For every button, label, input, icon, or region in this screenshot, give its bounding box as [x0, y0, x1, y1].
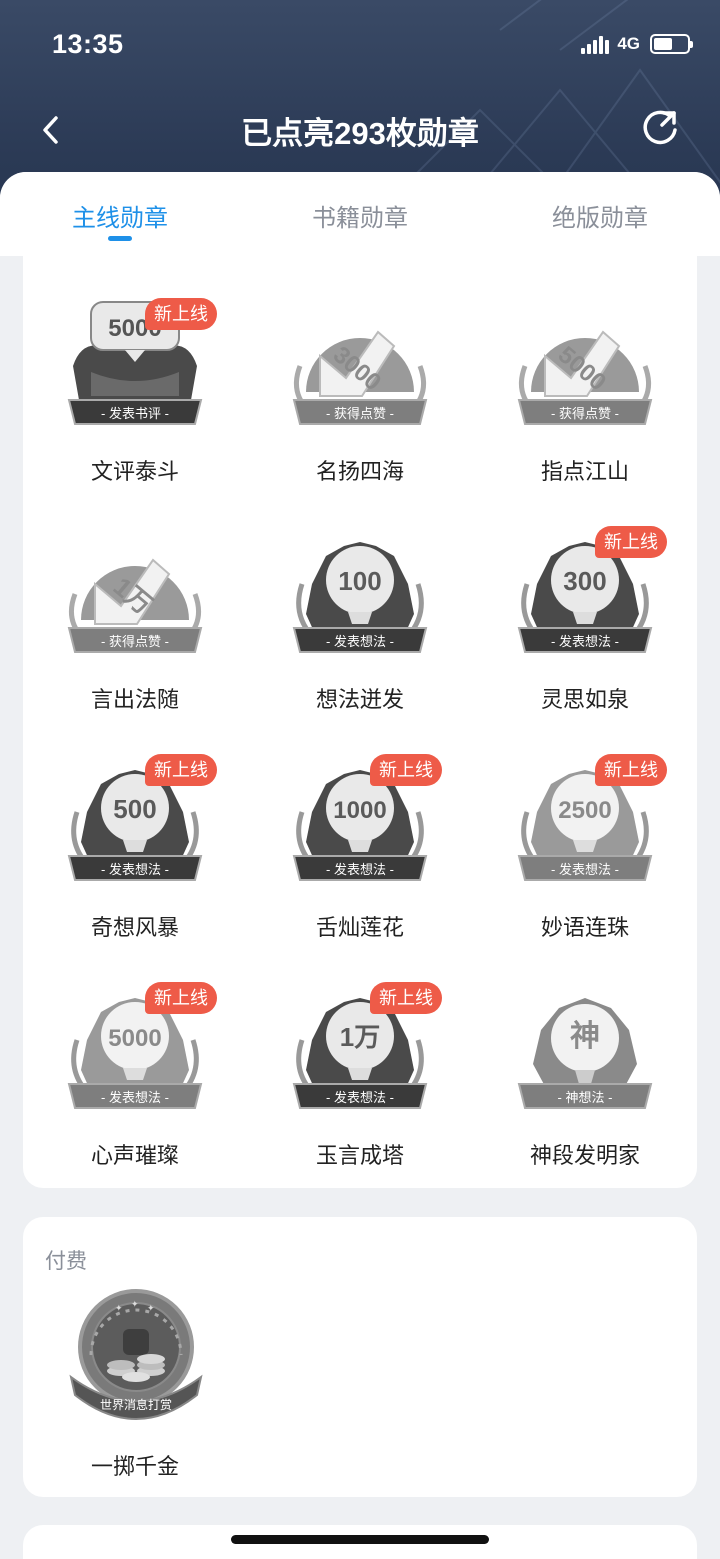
coin-badge-icon: ✦ ✦ ✦ 世界消息打赏 [69, 1289, 203, 1420]
badge-value: 100 [338, 566, 381, 596]
badge-name: 奇想风暴 [90, 915, 179, 940]
ribbon-text: - 发表想法 - [551, 634, 619, 649]
badge-item[interactable]: 1万 - 获得点赞 - 言出法随 [23, 484, 247, 712]
tab-active-indicator [108, 236, 132, 241]
badge-item[interactable]: 3000- 获得点赞 - 名扬四海 [248, 256, 472, 484]
ribbon-text: - 获得点赞 - [551, 406, 619, 421]
ribbon-text: - 发表想法 - [326, 862, 394, 877]
status-time: 13:35 [52, 29, 124, 59]
ribbon-text: - 发表书评 - [101, 406, 169, 421]
badge-grid: 5000- 发表书评 - 新上线 文评泰斗 3000- 获得点赞 - 名扬四海 5000-… [23, 256, 697, 1188]
badge-name: 心声璀璨 [90, 1143, 179, 1168]
refresh-icon[interactable] [640, 108, 680, 148]
svg-text:✦: ✦ [131, 1299, 139, 1309]
badge-icon: 1万- 获得点赞 - [67, 558, 203, 653]
ribbon-text: - 发表想法 - [101, 862, 169, 877]
ribbon-text: - 获得点赞 - [326, 406, 394, 421]
badge-name: 玉言成塔 [315, 1143, 404, 1168]
paid-section: 付费 ✦ ✦ ✦ 世界消息打赏 一掷千金 [23, 1217, 697, 1497]
badge-value: 300 [563, 566, 606, 596]
ribbon-text: 世界消息打赏 [100, 1397, 172, 1412]
new-badge-tag: 新上线 [370, 982, 442, 1014]
new-badge-tag: 新上线 [145, 298, 217, 330]
ribbon-text: - 发表想法 - [551, 862, 619, 877]
svg-text:✦: ✦ [147, 1303, 155, 1313]
badge-value: 1万 [340, 1022, 380, 1052]
battery-icon [650, 34, 693, 54]
tab-limited-badges[interactable]: 绝版勋章 [500, 198, 700, 233]
badge-item[interactable]: 100 - 发表想法 - 想法迸发 [248, 484, 472, 712]
page-title: 已点亮293枚勋章 [241, 116, 479, 151]
badge-name: 指点江山 [540, 459, 629, 484]
section-label: 付费 [45, 1250, 87, 1273]
new-badge-tag: 新上线 [595, 754, 667, 786]
badge-name: 想法迸发 [315, 687, 404, 712]
ribbon-text: - 发表想法 - [101, 1090, 169, 1105]
badge-item[interactable]: 1万 - 发表想法 - 新上线玉言成塔 [248, 940, 472, 1168]
badge-icon: 神 - 神想法 - [517, 998, 653, 1109]
badge-item[interactable]: ✦ ✦ ✦ 世界消息打赏 一掷千金 [23, 1273, 247, 1493]
new-badge-tag: 新上线 [370, 754, 442, 786]
home-indicator [231, 1535, 489, 1544]
badge-value: 500 [113, 794, 156, 824]
ribbon-text: - 发表想法 - [326, 1090, 394, 1105]
badge-item[interactable]: 1000 - 发表想法 - 新上线舌灿莲花 [248, 712, 472, 940]
svg-text:✦: ✦ [115, 1303, 123, 1313]
badge-name: 神段发明家 [529, 1143, 640, 1168]
new-badge-tag: 新上线 [145, 754, 217, 786]
status-bar: 13:35 4G [52, 24, 693, 64]
ribbon-text: - 发表想法 - [326, 634, 394, 649]
badge-name: 一掷千金 [90, 1454, 179, 1479]
badge-value: 5000 [108, 1025, 161, 1052]
badge-value: 1000 [333, 797, 386, 824]
ribbon-text: - 神想法 - [558, 1090, 613, 1105]
network-type: 4G [617, 34, 640, 53]
tab-main-badges[interactable]: 主线勋章 [20, 198, 220, 233]
signal-icon [581, 34, 610, 54]
tab-bar: 主线勋章 书籍勋章 绝版勋章 [0, 172, 720, 256]
tab-book-badges[interactable]: 书籍勋章 [260, 198, 460, 233]
badge-name: 舌灿莲花 [315, 915, 404, 940]
new-badge-tag: 新上线 [595, 526, 667, 558]
badge-name: 言出法随 [90, 687, 179, 712]
badge-value: 神 [570, 1020, 600, 1053]
badge-name: 名扬四海 [315, 459, 404, 484]
ribbon-text: - 获得点赞 - [101, 634, 169, 649]
badge-value: 2500 [558, 797, 611, 824]
badge-item[interactable]: 神 - 神想法 - 神段发明家 [473, 940, 697, 1168]
badge-item[interactable]: 5000- 获得点赞 - 指点江山 [473, 256, 697, 484]
badge-icon: 5000- 获得点赞 - [517, 330, 653, 425]
badge-name: 灵思如泉 [540, 687, 629, 712]
badge-icon: 3000- 获得点赞 - [292, 330, 428, 425]
badge-icon: 100 - 发表想法 - [292, 542, 428, 653]
new-badge-tag: 新上线 [145, 982, 217, 1014]
badge-item[interactable]: 500 - 发表想法 - 新上线奇想风暴 [23, 712, 247, 940]
badge-name: 妙语连珠 [540, 915, 629, 940]
badge-name: 文评泰斗 [90, 459, 179, 484]
badge-item[interactable]: 5000- 发表书评 - 新上线 文评泰斗 [23, 256, 247, 484]
badge-item[interactable]: 2500 - 发表想法 - 新上线妙语连珠 [473, 712, 697, 940]
navbar: 已点亮293枚勋章 [0, 100, 720, 160]
badge-item[interactable]: 5000 - 发表想法 - 新上线心声璀璨 [23, 940, 247, 1168]
badge-item[interactable]: 300 - 发表想法 - 新上线灵思如泉 [473, 484, 697, 712]
